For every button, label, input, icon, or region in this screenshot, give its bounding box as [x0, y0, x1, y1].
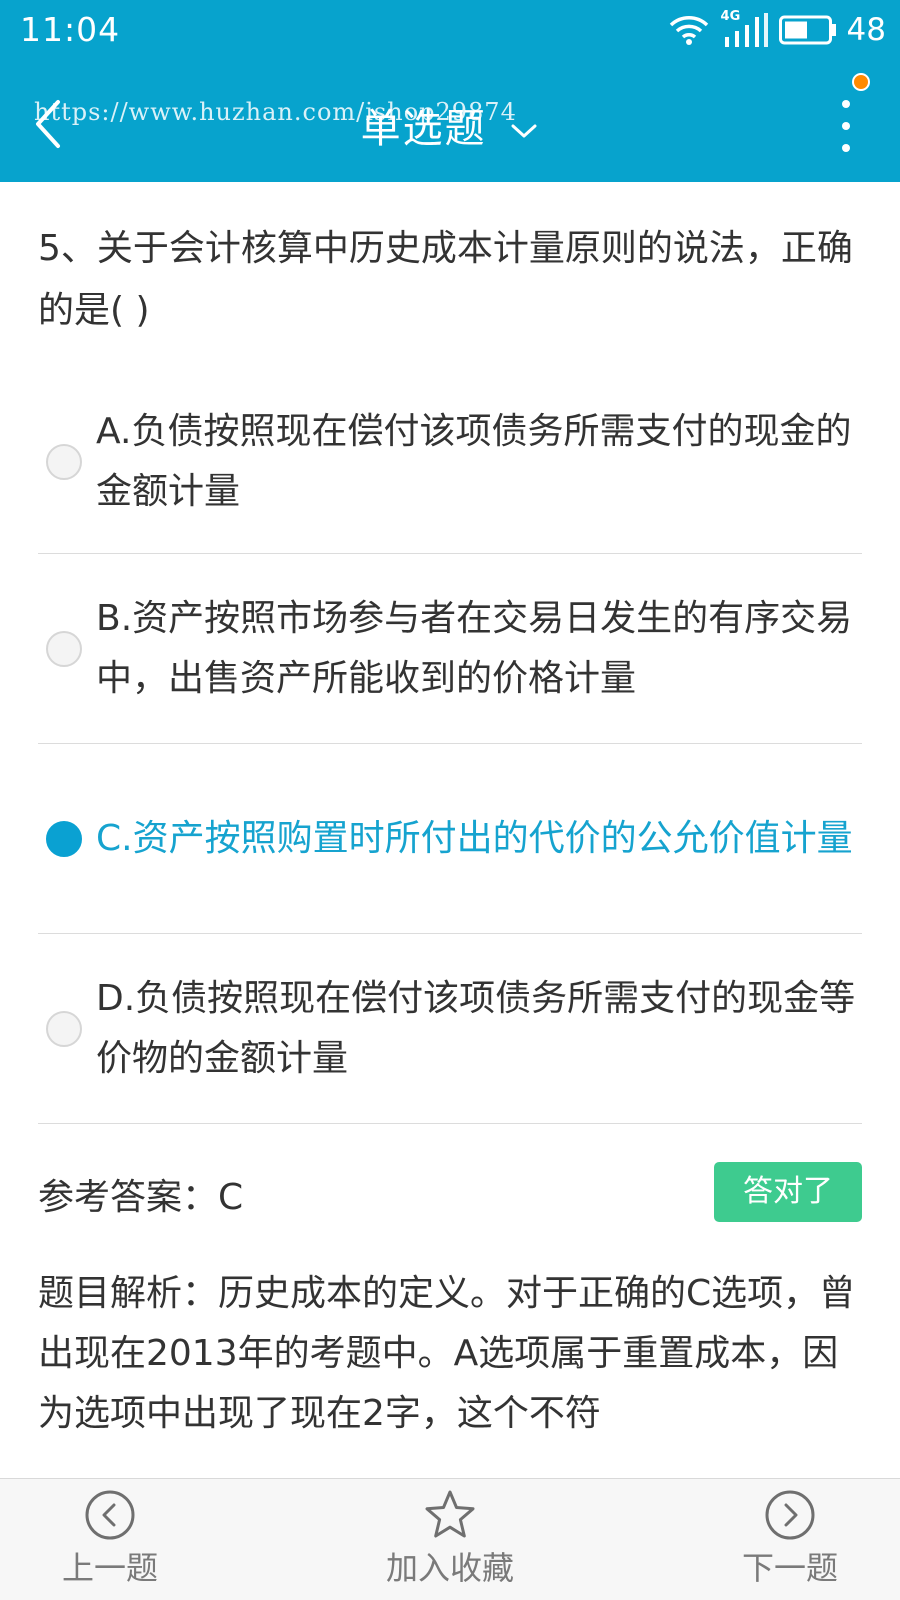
- chevron-down-icon: [511, 124, 537, 138]
- radio-button-selected[interactable]: [46, 820, 82, 857]
- battery-level: 48: [846, 12, 886, 48]
- option-d[interactable]: D.负债按照现在偿付该项债务所需支付的现金等价物的金额计量: [38, 934, 862, 1124]
- circle-chevron-left-icon: [85, 1490, 135, 1540]
- battery-icon: [778, 15, 836, 45]
- option-b[interactable]: B.资产按照市场参与者在交易日发生的有序交易中，出售资产所能收到的价格计量: [38, 554, 862, 744]
- option-label: A.负债按照现在偿付该项债务所需支付的现金的金额计量: [96, 410, 852, 512]
- analysis-text: 题目解析：历史成本的定义。对于正确的C选项，曾出现在2013年的考题中。A选项属…: [38, 1273, 856, 1434]
- question-type-selector[interactable]: 单选题: [0, 96, 900, 154]
- notification-dot: [852, 73, 870, 91]
- status-time: 11:04: [20, 10, 121, 49]
- add-favorite-button[interactable]: 加入收藏: [350, 1489, 550, 1589]
- signal-4g-icon: 4G: [721, 9, 769, 47]
- favorite-label: 加入收藏: [385, 1549, 514, 1587]
- question-text: 5、关于会计核算中历史成本计量原则的说法，正确的是( ): [38, 228, 853, 331]
- wifi-icon: [669, 16, 708, 45]
- app-header: 11:04 4G 48 https://www.huzhan.com/ishop…: [0, 0, 900, 182]
- next-question-button[interactable]: 下一题: [690, 1489, 890, 1589]
- radio-button[interactable]: [46, 443, 82, 480]
- question-content: 5、关于会计核算中历史成本计量原则的说法，正确的是( ) A.负债按照现在偿付该…: [38, 182, 862, 1444]
- prev-question-button[interactable]: 上一题: [10, 1489, 210, 1589]
- radio-button[interactable]: [46, 630, 82, 667]
- prev-label: 上一题: [61, 1549, 158, 1587]
- next-label: 下一题: [741, 1549, 838, 1587]
- nav-bar: https://www.huzhan.com/ishop29874 单选题: [0, 70, 900, 180]
- status-icons: 4G 48: [669, 9, 886, 48]
- option-label: B.资产按照市场参与者在交易日发生的有序交易中，出售资产所能收到的价格计量: [96, 597, 853, 699]
- result-badge: 答对了: [714, 1162, 862, 1222]
- options-list: A.负债按照现在偿付该项债务所需支付的现金的金额计量 B.资产按照市场参与者在交…: [38, 370, 862, 1124]
- bottom-nav: 上一题 加入收藏 下一题: [0, 1478, 900, 1600]
- radio-button[interactable]: [46, 1010, 82, 1047]
- option-label: D.负债按照现在偿付该项债务所需支付的现金等价物的金额计量: [96, 977, 856, 1079]
- option-a[interactable]: A.负债按照现在偿付该项债务所需支付的现金的金额计量: [38, 370, 862, 554]
- answer-row: 参考答案：C 答对了: [38, 1124, 862, 1264]
- status-bar: 11:04 4G 48: [0, 0, 900, 60]
- more-vertical-icon[interactable]: [836, 96, 856, 156]
- reference-answer: 参考答案：C: [38, 1177, 244, 1218]
- page-title: 单选题: [360, 106, 487, 152]
- star-icon: [425, 1490, 475, 1538]
- circle-chevron-right-icon: [765, 1490, 815, 1540]
- option-c[interactable]: C.资产按照购置时所付出的代价的公允价值计量: [38, 744, 862, 934]
- option-label: C.资产按照购置时所付出的代价的公允价值计量: [96, 817, 853, 859]
